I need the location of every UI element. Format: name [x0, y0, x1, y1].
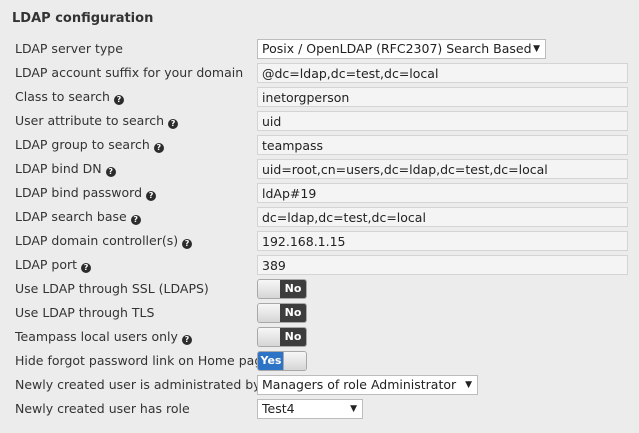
row-ldap-domain-controllers: LDAP domain controller(s)?: [12, 229, 639, 253]
row-user-attribute: User attribute to search?: [12, 109, 639, 133]
ldap-search-base-input[interactable]: [257, 207, 628, 227]
ldap-account-suffix-input[interactable]: [257, 63, 628, 83]
ldap-group-label: LDAP group to search?: [15, 133, 164, 157]
toggle-state: Yes: [258, 352, 284, 370]
row-ldap-group: LDAP group to search?: [12, 133, 639, 157]
administered-by-select[interactable]: Managers of role Administrator ▼: [257, 375, 478, 395]
question-circle-icon[interactable]: ?: [182, 239, 193, 249]
question-circle-icon[interactable]: ?: [168, 119, 179, 129]
row-local-users-only: Teampass local users only? No: [12, 325, 639, 349]
toggle-handle: [258, 328, 281, 346]
user-attribute-label: User attribute to search?: [15, 109, 179, 133]
ldap-search-base-label: LDAP search base?: [15, 205, 141, 229]
question-circle-icon[interactable]: ?: [153, 143, 164, 153]
ldap-group-input[interactable]: [257, 135, 628, 155]
ldap-server-type-label: LDAP server type: [15, 41, 123, 56]
local-users-only-toggle[interactable]: No: [257, 327, 307, 347]
ldap-domain-controllers-input[interactable]: [257, 231, 628, 251]
row-administered-by: Newly created user is administrated by M…: [12, 373, 639, 397]
question-circle-icon[interactable]: ?: [105, 167, 116, 177]
new-user-role-label: Newly created user has role: [15, 401, 190, 416]
toggle-state: No: [280, 304, 306, 322]
ldap-bind-dn-label: LDAP bind DN?: [15, 157, 116, 181]
section-title: LDAP configuration: [12, 11, 154, 26]
row-ldap-port: LDAP port?: [12, 253, 639, 277]
use-ssl-label: Use LDAP through SSL (LDAPS): [15, 281, 209, 296]
toggle-handle: [283, 352, 306, 370]
ldap-bind-password-input[interactable]: [257, 183, 628, 203]
ldap-configuration-panel: LDAP configuration LDAP server type Posi…: [0, 0, 639, 433]
ldap-port-input[interactable]: [257, 255, 628, 275]
local-users-only-label: Teampass local users only?: [15, 325, 192, 349]
ldap-port-label: LDAP port?: [15, 253, 92, 277]
toggle-handle: [258, 304, 281, 322]
question-circle-icon[interactable]: ?: [113, 95, 124, 105]
question-circle-icon[interactable]: ?: [130, 215, 141, 225]
ldap-account-suffix-label: LDAP account suffix for your domain: [15, 65, 244, 80]
row-ldap-server-type: LDAP server type Posix / OpenLDAP (RFC23…: [12, 37, 639, 61]
user-attribute-input[interactable]: [257, 111, 628, 131]
ldap-domain-controllers-label: LDAP domain controller(s)?: [15, 229, 193, 253]
question-circle-icon[interactable]: ?: [181, 335, 192, 345]
question-circle-icon[interactable]: ?: [81, 263, 92, 273]
administered-by-label: Newly created user is administrated by: [15, 377, 261, 392]
row-class-to-search: Class to search?: [12, 85, 639, 109]
hide-forgot-link-label: Hide forgot password link on Home page: [15, 353, 270, 368]
chevron-down-icon: ▼: [533, 44, 540, 54]
row-ldap-bind-dn: LDAP bind DN?: [12, 157, 639, 181]
ldap-bind-dn-input[interactable]: [257, 159, 628, 179]
ldap-server-type-select[interactable]: Posix / OpenLDAP (RFC2307) Search Based …: [257, 39, 546, 59]
class-to-search-input[interactable]: [257, 87, 628, 107]
use-tls-label: Use LDAP through TLS: [15, 305, 155, 320]
toggle-state: No: [280, 328, 306, 346]
row-ldap-account-suffix: LDAP account suffix for your domain: [12, 61, 639, 85]
row-new-user-role: Newly created user has role Test4 ▼: [12, 397, 639, 421]
use-tls-toggle[interactable]: No: [257, 303, 307, 323]
use-ssl-toggle[interactable]: No: [257, 279, 307, 299]
new-user-role-select[interactable]: Test4 ▼: [257, 399, 363, 419]
row-ldap-search-base: LDAP search base?: [12, 205, 639, 229]
ldap-bind-password-label: LDAP bind password?: [15, 181, 157, 205]
hide-forgot-link-toggle[interactable]: Yes: [257, 351, 307, 371]
question-circle-icon[interactable]: ?: [146, 191, 157, 201]
chevron-down-icon: ▼: [350, 404, 357, 414]
toggle-state: No: [280, 280, 306, 298]
row-use-ssl: Use LDAP through SSL (LDAPS) No: [12, 277, 639, 301]
class-to-search-label: Class to search?: [15, 85, 124, 109]
row-use-tls: Use LDAP through TLS No: [12, 301, 639, 325]
row-hide-forgot-link: Hide forgot password link on Home page Y…: [12, 349, 639, 373]
chevron-down-icon: ▼: [465, 380, 472, 390]
row-ldap-bind-password: LDAP bind password?: [12, 181, 639, 205]
toggle-handle: [258, 280, 281, 298]
